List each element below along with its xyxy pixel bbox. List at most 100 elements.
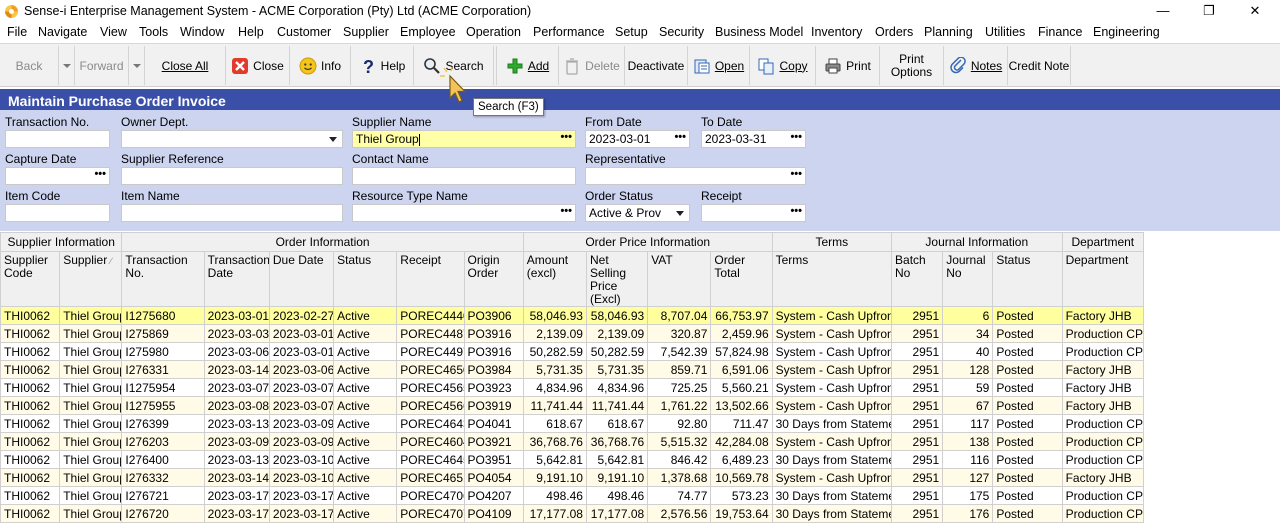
menu-window[interactable]: Window	[180, 25, 224, 39]
col-origin-order[interactable]: Origin Order	[463, 251, 524, 307]
forward-button[interactable]: Forward	[74, 46, 128, 85]
menu-supplier[interactable]: Supplier	[343, 25, 389, 39]
ellipsis-icon[interactable]: •••	[790, 131, 802, 143]
back-dropdown[interactable]	[58, 46, 74, 85]
from-date-input[interactable]: 2023-03-01 •••	[585, 130, 690, 148]
table-row[interactable]: THI0062 Thiel Group I276332 2023-03-14 2023-…	[0, 468, 1145, 487]
cell-department: Production CPT	[1061, 486, 1145, 505]
menu-employee[interactable]: Employee	[400, 25, 456, 39]
help-button[interactable]: ? Help	[350, 46, 413, 85]
col-transaction-no[interactable]: Transaction No.	[121, 251, 205, 307]
supplier-reference-input[interactable]	[121, 167, 343, 185]
table-row[interactable]: THI0062 Thiel Group I276400 2023-03-13 2023-…	[0, 450, 1145, 469]
resource-type-name-input[interactable]: •••	[352, 204, 576, 222]
table-row[interactable]: THI0062 Thiel Group I276720 2023-03-17 2023-…	[0, 504, 1145, 523]
col-transaction-date[interactable]: Transaction Date	[203, 251, 270, 307]
ellipsis-icon[interactable]: •••	[674, 131, 686, 143]
supplier-name-input[interactable]: Thiel Group •••	[352, 130, 576, 148]
close-window-button[interactable]: ✕	[1232, 0, 1278, 22]
menu-inventory[interactable]: Inventory	[811, 25, 862, 39]
menu-setup[interactable]: Setup	[615, 25, 648, 39]
table-row[interactable]: THI0062 Thiel Group I275869 2023-03-03 2023-…	[0, 324, 1145, 343]
table-row[interactable]: THI0062 Thiel Group I276203 2023-03-09 2023-…	[0, 432, 1145, 451]
open-button[interactable]: Open	[687, 46, 749, 85]
cell-supplier-code: THI0062	[0, 504, 61, 523]
print-button[interactable]: Print	[815, 46, 879, 85]
credit-note-button[interactable]: Credit Note	[1007, 46, 1071, 85]
cell-transaction-date: 2023-03-17	[203, 504, 270, 523]
table-row-selected[interactable]: THI0062 Thiel Group I1275680 2023-03-01 2023…	[0, 306, 1145, 325]
col-vat[interactable]: VAT	[647, 251, 712, 307]
copy-button[interactable]: Copy	[749, 46, 815, 85]
to-date-input[interactable]: 2023-03-31 •••	[701, 130, 806, 148]
cell-transaction-date: 2023-03-08	[203, 396, 270, 415]
representative-input[interactable]: •••	[585, 167, 806, 185]
table-row[interactable]: THI0062 Thiel Group I276399 2023-03-13 2023-…	[0, 414, 1145, 433]
col-journal-status[interactable]: Status	[992, 251, 1063, 307]
item-name-label: Item Name	[121, 189, 180, 203]
back-button[interactable]: Back	[0, 46, 58, 85]
close-all-button[interactable]: Close All	[144, 46, 225, 85]
col-amount-excl[interactable]: Amount (excl)	[522, 251, 587, 307]
forward-dropdown[interactable]	[128, 46, 144, 85]
owner-dept-select[interactable]	[121, 130, 343, 148]
menu-help[interactable]: Help	[238, 25, 264, 39]
col-supplier[interactable]: Supplier ∕	[59, 251, 123, 307]
delete-button[interactable]: Delete	[558, 46, 624, 85]
resource-type-name-label: Resource Type Name	[352, 189, 468, 203]
capture-date-input[interactable]: •••	[5, 167, 110, 185]
col-due-date[interactable]: Due Date	[268, 251, 335, 307]
menu-customer[interactable]: Customer	[277, 25, 331, 39]
col-receipt[interactable]: Receipt	[396, 251, 465, 307]
table-row[interactable]: THI0062 Thiel Group I276721 2023-03-17 2023-…	[0, 486, 1145, 505]
add-button[interactable]: Add	[496, 46, 558, 85]
col-department[interactable]: Department	[1061, 251, 1145, 307]
menu-orders[interactable]: Orders	[875, 25, 913, 39]
menu-planning[interactable]: Planning	[924, 25, 973, 39]
cell-journal-status: Posted	[992, 486, 1063, 505]
item-name-input[interactable]	[121, 204, 343, 222]
col-status[interactable]: Status	[333, 251, 398, 307]
col-batch-no[interactable]: Batch No	[891, 251, 944, 307]
ellipsis-icon[interactable]: •••	[560, 131, 572, 143]
receipt-input[interactable]: •••	[701, 204, 806, 222]
menu-tools[interactable]: Tools	[139, 25, 168, 39]
print-options-button[interactable]: Print Options	[879, 46, 943, 85]
item-code-input[interactable]	[5, 204, 110, 222]
menu-security[interactable]: Security	[659, 25, 704, 39]
restore-button[interactable]: ❐	[1186, 0, 1232, 22]
menu-utilities[interactable]: Utilities	[985, 25, 1025, 39]
table-row[interactable]: THI0062 Thiel Group I275980 2023-03-06 2023-…	[0, 342, 1145, 361]
menu-finance[interactable]: Finance	[1038, 25, 1082, 39]
table-row[interactable]: THI0062 Thiel Group I1275955 2023-03-08 2023…	[0, 396, 1145, 415]
menu-performance[interactable]: Performance	[533, 25, 605, 39]
col-supplier-code[interactable]: Supplier Code	[0, 251, 61, 307]
minimize-button[interactable]: —	[1140, 0, 1186, 22]
menu-view[interactable]: View	[100, 25, 127, 39]
order-status-select[interactable]: Active & Prov	[585, 204, 690, 222]
col-net-selling-price[interactable]: Net Selling Price (Excl)	[585, 251, 649, 307]
ellipsis-icon[interactable]: •••	[790, 205, 802, 217]
ellipsis-icon[interactable]: •••	[790, 168, 802, 180]
menu-engineering[interactable]: Engineering	[1093, 25, 1160, 39]
menu-file[interactable]: File	[7, 25, 27, 39]
ellipsis-icon[interactable]: •••	[94, 168, 106, 180]
col-order-total[interactable]: Order Total	[710, 251, 773, 307]
info-button[interactable]: Info	[289, 46, 350, 85]
menu-navigate[interactable]: Navigate	[38, 25, 87, 39]
cell-transaction-no: I276399	[121, 414, 205, 433]
table-row[interactable]: THI0062 Thiel Group I1275954 2023-03-07 2023…	[0, 378, 1145, 397]
menu-operation[interactable]: Operation	[466, 25, 521, 39]
col-terms[interactable]: Terms	[771, 251, 893, 307]
ellipsis-icon[interactable]: •••	[560, 205, 572, 217]
table-row[interactable]: THI0062 Thiel Group I276331 2023-03-14 2023-…	[0, 360, 1145, 379]
deactivate-button[interactable]: Deactivate	[624, 46, 687, 85]
contact-name-input[interactable]	[352, 167, 576, 185]
notes-button[interactable]: Notes	[943, 46, 1007, 85]
cell-supplier: Thiel Group	[59, 432, 123, 451]
col-journal-no[interactable]: Journal No	[942, 251, 994, 307]
cell-terms: System - Cash Upfront	[771, 432, 893, 451]
close-button[interactable]: Close	[225, 46, 289, 85]
menu-business-model[interactable]: Business Model	[715, 25, 803, 39]
transaction-no-input[interactable]	[5, 130, 110, 148]
